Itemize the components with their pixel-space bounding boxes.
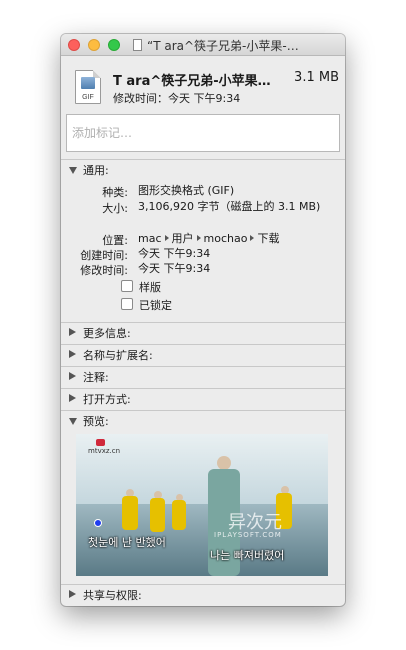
tags-input[interactable] xyxy=(66,114,340,152)
path-item[interactable]: 用户 xyxy=(172,232,194,245)
size-value: 3,106,920 字节（磁盘上的 3.1 MB) xyxy=(138,200,321,213)
size-key: 大小: xyxy=(102,202,128,215)
title-bar[interactable]: “T ara^筷子兄弟-小苹果-… xyxy=(61,34,345,56)
section-preview-label: 预览: xyxy=(83,415,109,428)
section-comments[interactable]: 注释: xyxy=(61,367,345,387)
path-item[interactable]: mochao xyxy=(204,232,248,245)
where-key: 位置: xyxy=(102,234,128,247)
created-value: 今天 下午9:34 xyxy=(138,247,211,260)
stationery-label[interactable]: 样版 xyxy=(139,279,161,295)
zoom-button[interactable] xyxy=(108,39,120,51)
section-name-extension[interactable]: 名称与扩展名: xyxy=(61,345,345,365)
file-name: T ara^筷子兄弟-小苹果… xyxy=(113,74,271,89)
subtitle-line-1: 첫눈에 난 반했어 xyxy=(88,536,166,549)
modified-key: 修改时间: xyxy=(80,264,128,277)
close-button[interactable] xyxy=(68,39,80,51)
performer-head xyxy=(217,456,231,470)
path-separator-icon xyxy=(164,235,169,241)
section-open-with-label: 打开方式: xyxy=(83,393,131,406)
karaoke-cue-dot xyxy=(94,519,102,527)
created-key: 创建时间: xyxy=(80,249,128,262)
section-more-info[interactable]: 更多信息: xyxy=(61,323,345,343)
modified-summary: 修改时间：今天 下午9:34 xyxy=(113,92,241,105)
modified-value: 今天 下午9:34 xyxy=(138,262,211,275)
path-control[interactable]: mac 用户 mochao 下载 xyxy=(138,232,334,246)
dancer-figure xyxy=(122,496,138,530)
file-size: 3.1 MB xyxy=(294,70,339,85)
section-preview[interactable]: 预览: xyxy=(61,411,345,431)
disclosure-triangle-closed-icon[interactable] xyxy=(69,350,76,358)
dancer-figure xyxy=(150,498,165,532)
minimize-button[interactable] xyxy=(88,39,100,51)
path-separator-icon xyxy=(196,235,201,241)
preview-site-label: mtvxz.cn xyxy=(88,447,121,455)
watermark-url: IPLAYSOFT.COM xyxy=(214,531,282,539)
path-separator-icon xyxy=(250,235,255,241)
section-general[interactable]: 通用: xyxy=(61,160,345,180)
section-sharing-label: 共享与权限: xyxy=(83,589,142,602)
path-item[interactable]: 下载 xyxy=(257,232,279,245)
kind-value: 图形交换格式 (GIF) xyxy=(138,184,235,197)
preview-image: mtvxz.cn 异次元 IPLAYSOFT.COM 첫눈에 난 반했어 나는 … xyxy=(76,434,328,576)
info-window: “T ara^筷子兄弟-小苹果-… GIF T ara^筷子兄弟-小苹果… 3.… xyxy=(61,34,345,606)
disclosure-triangle-closed-icon[interactable] xyxy=(69,372,76,380)
section-sharing-permissions[interactable]: 共享与权限: xyxy=(61,585,345,605)
disclosure-triangle-open-icon[interactable] xyxy=(69,167,77,174)
dancer-figure xyxy=(172,500,186,530)
disclosure-triangle-closed-icon[interactable] xyxy=(69,590,76,598)
disclosure-triangle-open-icon[interactable] xyxy=(69,418,77,425)
gif-file-icon: GIF xyxy=(75,70,101,104)
section-name-extension-label: 名称与扩展名: xyxy=(83,349,153,362)
path-item[interactable]: mac xyxy=(138,232,162,245)
subtitle-line-2: 나는 빠져버렸어 xyxy=(210,549,285,562)
section-comments-label: 注释: xyxy=(83,371,109,384)
disclosure-triangle-closed-icon[interactable] xyxy=(69,394,76,402)
file-extension-label: GIF xyxy=(82,94,94,101)
kind-key: 种类: xyxy=(102,186,128,199)
document-icon[interactable] xyxy=(133,39,142,51)
section-more-info-label: 更多信息: xyxy=(83,327,131,340)
site-logo-icon xyxy=(96,439,105,446)
image-glyph xyxy=(81,77,95,89)
section-open-with[interactable]: 打开方式: xyxy=(61,389,345,409)
locked-label[interactable]: 已锁定 xyxy=(139,297,172,313)
section-general-label: 通用: xyxy=(83,164,109,177)
disclosure-triangle-closed-icon[interactable] xyxy=(69,328,76,336)
stationery-checkbox[interactable] xyxy=(121,280,133,292)
window-title: “T ara^筷子兄弟-小苹果-… xyxy=(147,39,299,53)
locked-checkbox[interactable] xyxy=(121,298,133,310)
